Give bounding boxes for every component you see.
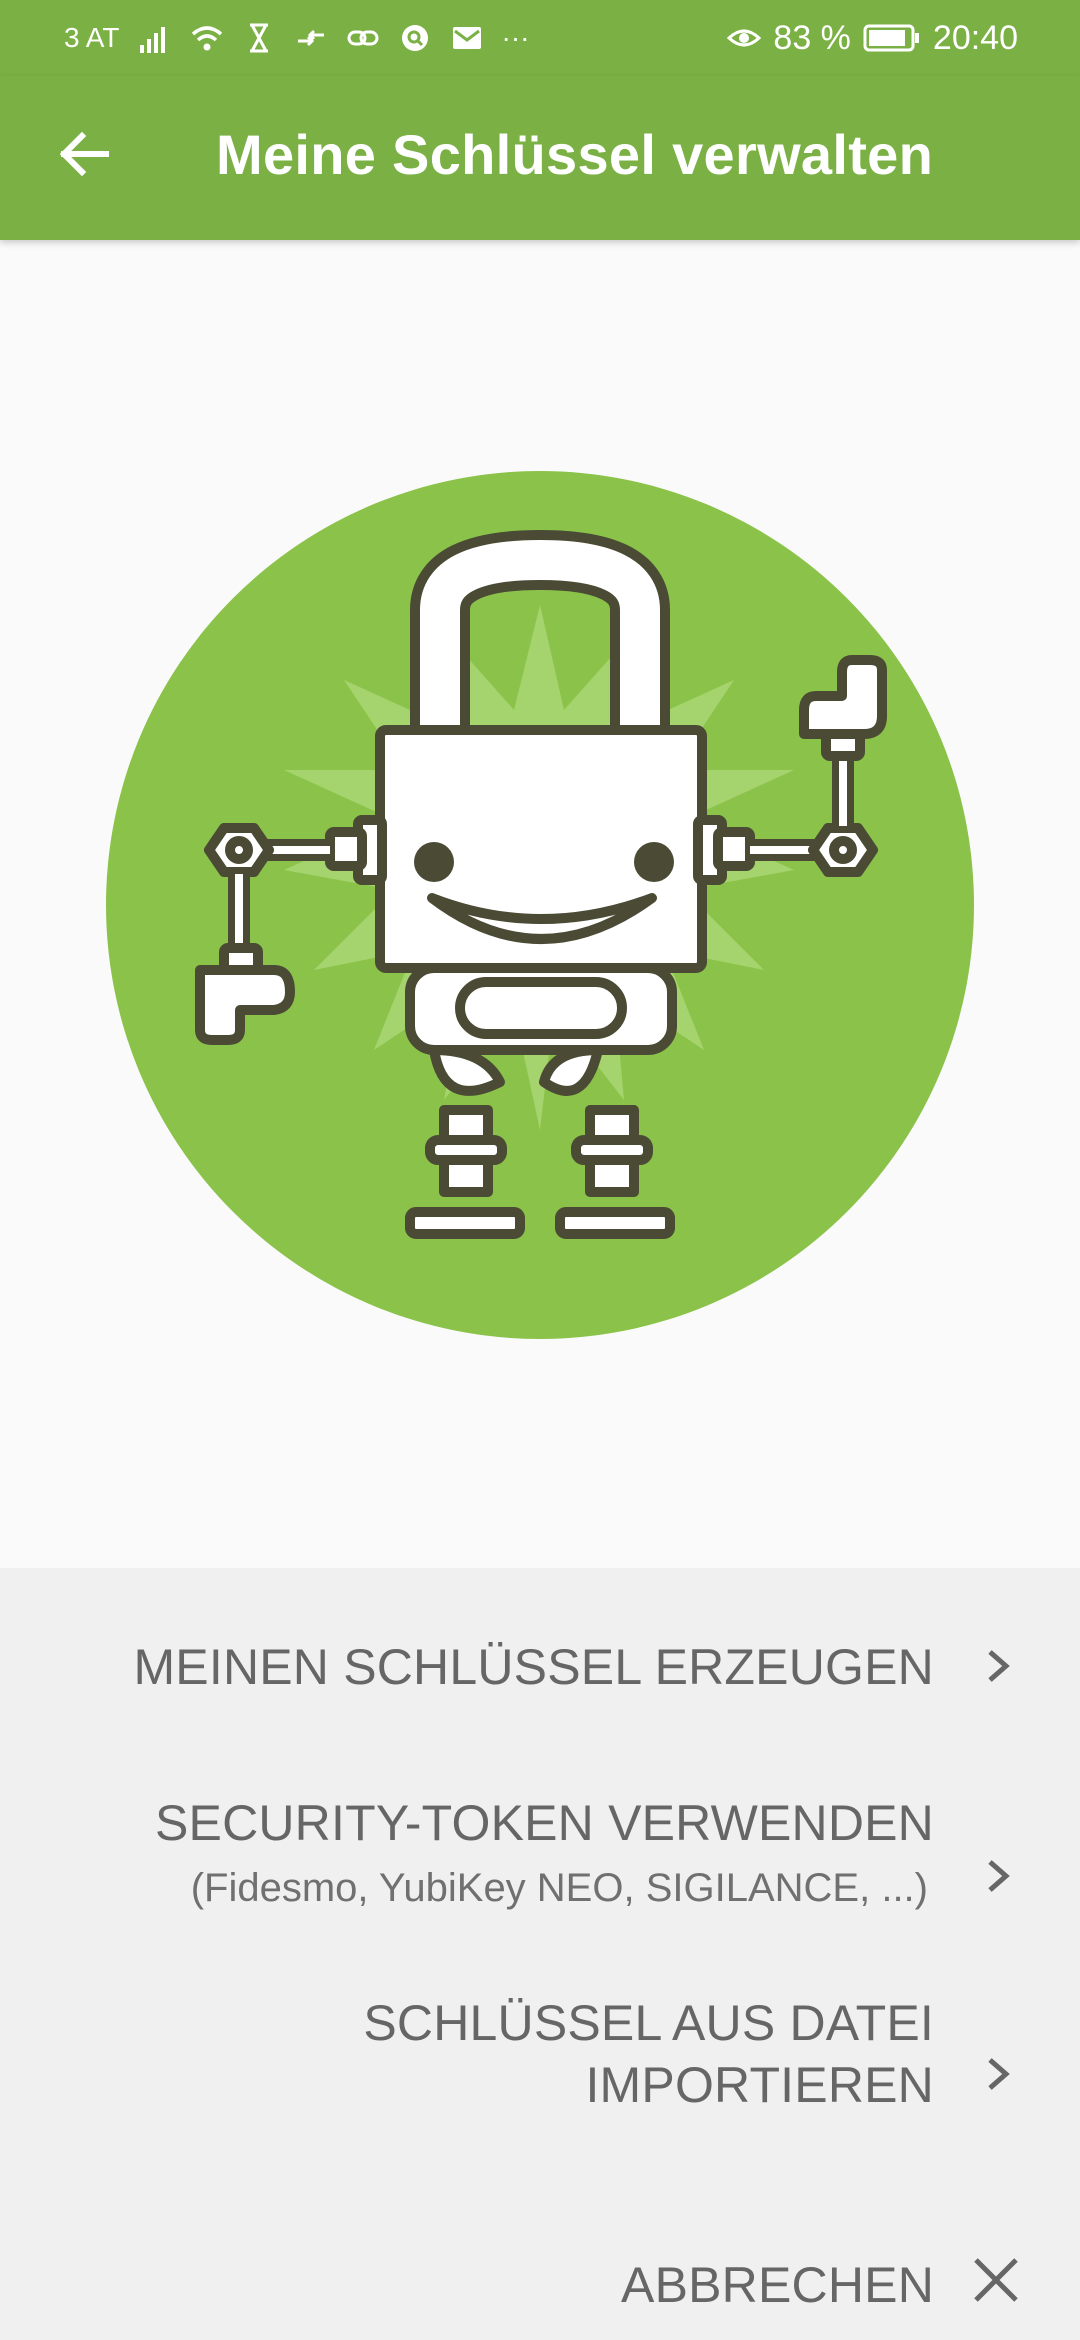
wifi-icon — [191, 26, 222, 51]
hourglass-icon — [249, 23, 268, 53]
import-key-from-file-button[interactable]: SCHLÜSSEL AUS DATEI IMPORTIEREN — [0, 1958, 1080, 2178]
import-file-label: SCHLÜSSEL AUS DATEI IMPORTIEREN — [363, 1995, 934, 2113]
app-toolbar: Meine Schlüssel verwalten — [0, 76, 1080, 240]
battery-percent: 83 % — [773, 18, 851, 57]
carrier-label: 3 AT — [64, 22, 120, 53]
cancel-button[interactable]: ABBRECHEN — [0, 2196, 1080, 2336]
chevron-right-icon — [988, 1860, 1010, 1892]
link-icon — [347, 30, 379, 46]
back-button[interactable] — [44, 114, 124, 194]
create-key-label: MEINEN SCHLÜSSEL ERZEUGEN — [133, 1639, 934, 1695]
page-title: Meine Schlüssel verwalten — [216, 123, 934, 186]
create-key-button[interactable]: MEINEN SCHLÜSSEL ERZEUGEN — [0, 1568, 1080, 1758]
actions-panel: MEINEN SCHLÜSSEL ERZEUGEN SECURITY-TOKEN… — [0, 1568, 1080, 2340]
use-security-token-button[interactable]: SECURITY-TOKEN VERWENDEN (Fidesmo, YubiK… — [0, 1758, 1080, 1958]
signal-icon — [139, 27, 165, 53]
status-bar: 3 AT ··· 83 % 20:40 — [0, 0, 1080, 76]
arrow-back-icon — [59, 131, 109, 177]
cancel-label: ABBRECHEN — [621, 2257, 934, 2313]
chevron-right-icon — [988, 2058, 1010, 2090]
mail-icon — [452, 27, 481, 49]
robot-lock-illustration — [106, 471, 974, 1339]
eye-comfort-icon — [727, 29, 762, 47]
chevron-right-icon — [988, 1650, 1010, 1682]
more-notifications-icon: ··· — [501, 22, 530, 53]
search-app-icon — [401, 25, 428, 51]
battery-icon — [863, 24, 919, 52]
use-token-label: SECURITY-TOKEN VERWENDEN — [154, 1795, 934, 1851]
clock: 20:40 — [932, 18, 1018, 57]
use-token-sublabel: (Fidesmo, YubiKey NEO, SIGILANCE, ...) — [190, 1866, 928, 1910]
data-transfer-icon — [297, 29, 324, 47]
close-icon — [974, 2258, 1018, 2302]
